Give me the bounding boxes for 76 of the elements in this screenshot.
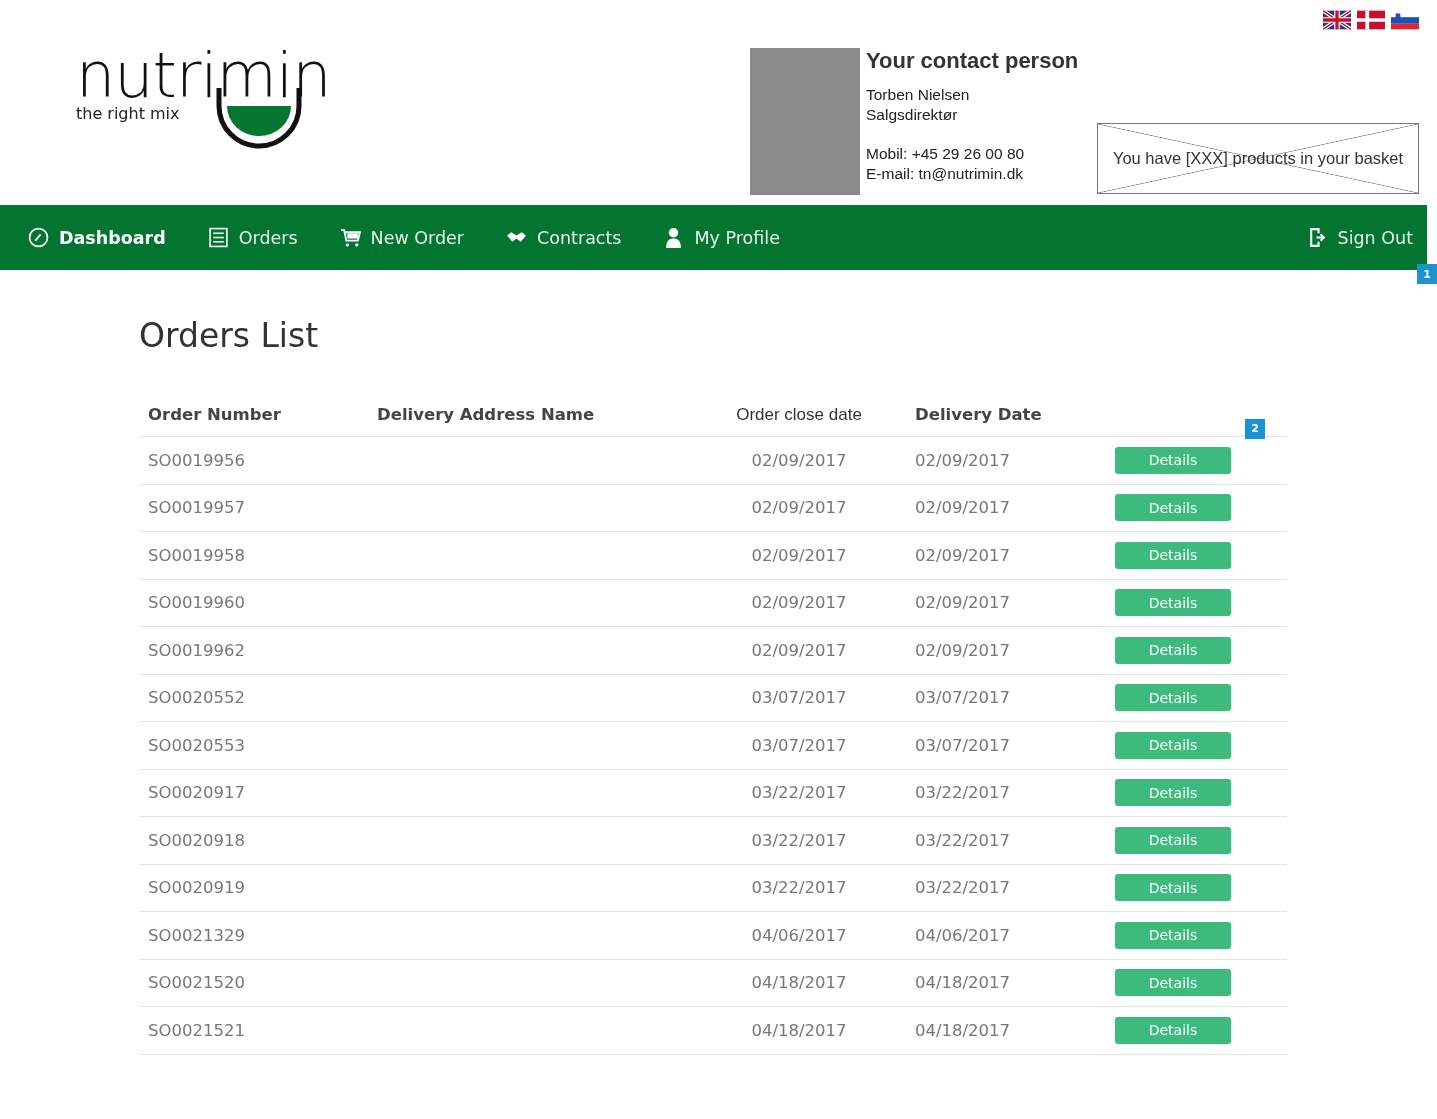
- cart-icon: [339, 227, 361, 248]
- delivery-date-cell-text: 03/22/2017: [915, 878, 1012, 898]
- contact-email: E-mail: tn@nutrimin.dk: [866, 164, 1024, 184]
- delivery-date-cell-text: 02/09/2017: [915, 545, 1012, 565]
- close-date-cell-text: 02/09/2017: [750, 545, 848, 565]
- nav-link[interactable]: Orders: [207, 227, 298, 248]
- page-title: Orders List: [139, 316, 320, 355]
- contact-name: Torben Nielsen: [866, 85, 971, 105]
- delivery-date-cell-text: 03/07/2017: [915, 735, 1012, 755]
- delivery-date-cell-text: 03/22/2017: [915, 830, 1012, 850]
- close-date-cell-text: 02/09/2017: [750, 498, 848, 518]
- delivery-date-cell-text: 04/06/2017: [915, 925, 1012, 945]
- details-button[interactable]: Details: [1115, 826, 1231, 854]
- annotation-marker: 2: [1245, 418, 1265, 439]
- nav-link[interactable]: My Profile: [663, 227, 780, 248]
- details-button[interactable]: Details: [1115, 541, 1231, 569]
- close-date-cell-text: 04/06/2017: [750, 925, 848, 945]
- details-button[interactable]: Details: [1115, 589, 1231, 617]
- nav-link[interactable]: Contracts: [506, 227, 622, 248]
- delivery-date-cell-text: 02/09/2017: [915, 593, 1012, 613]
- details-button[interactable]: Details: [1115, 731, 1231, 759]
- column-header: Order Number: [147, 405, 282, 424]
- list-icon: [207, 227, 229, 248]
- contact-title: Salgsdirektør: [866, 105, 959, 125]
- details-button[interactable]: Details: [1115, 1016, 1231, 1044]
- delivery-date-cell-text: 02/09/2017: [915, 450, 1012, 470]
- order-number-cell-text: SO0019962: [147, 640, 246, 660]
- order-number-cell-text: SO0019957: [147, 498, 246, 518]
- close-date-cell-text: 03/22/2017: [750, 830, 848, 850]
- close-date-cell-text: 03/22/2017: [750, 783, 848, 803]
- details-button[interactable]: Details: [1115, 921, 1231, 949]
- delivery-date-cell-text: 03/22/2017: [915, 783, 1012, 803]
- order-number-cell-text: SO0019956: [147, 450, 246, 470]
- close-date-cell-text: 03/07/2017: [750, 688, 848, 708]
- nav-link[interactable]: New Order: [339, 227, 465, 248]
- order-number-cell-text: SO0021329: [147, 925, 246, 945]
- details-button[interactable]: Details: [1115, 779, 1231, 807]
- close-date-cell-text: 03/07/2017: [750, 735, 848, 755]
- contact-heading: Your contact person: [866, 48, 1079, 74]
- details-button[interactable]: Details: [1115, 636, 1231, 664]
- close-date-cell-text: 02/09/2017: [750, 593, 848, 613]
- close-date-cell-text: 03/22/2017: [750, 878, 848, 898]
- flag-icon[interactable]: [1391, 10, 1419, 30]
- annotation-marker: 1: [1417, 264, 1437, 284]
- order-number-cell-text: SO0020918: [147, 830, 246, 850]
- contact-phone: Mobil: +45 29 26 00 80: [866, 144, 1026, 164]
- order-number-cell-text: SO0020917: [147, 783, 246, 803]
- basket-message: You have [XXX] products in your basket: [1112, 149, 1404, 168]
- close-date-cell-text: 02/09/2017: [750, 640, 848, 660]
- details-button[interactable]: Details: [1115, 494, 1231, 522]
- details-button[interactable]: Details: [1115, 446, 1231, 474]
- flag-icon[interactable]: [1323, 10, 1351, 30]
- column-header: Order close date: [735, 404, 863, 425]
- column-header: Delivery Address Name: [377, 405, 596, 424]
- close-date-cell-text: 04/18/2017: [750, 1020, 848, 1040]
- details-button[interactable]: Details: [1115, 874, 1231, 902]
- order-number-cell-text: SO0020919: [147, 878, 246, 898]
- details-button[interactable]: Details: [1115, 684, 1231, 712]
- gauge-icon: [28, 227, 49, 248]
- close-date-cell-text: 02/09/2017: [750, 450, 848, 470]
- order-number-cell-text: SO0020553: [147, 735, 246, 755]
- order-number-cell-text: SO0021521: [147, 1020, 246, 1040]
- order-number-cell-text: SO0021520: [147, 973, 246, 993]
- delivery-date-cell-text: 02/09/2017: [915, 640, 1012, 660]
- delivery-date-cell-text: 04/18/2017: [915, 973, 1012, 993]
- delivery-date-cell-text: 03/07/2017: [915, 688, 1012, 708]
- delivery-date-cell-text: 04/18/2017: [915, 1020, 1012, 1040]
- delivery-date-cell-text: 02/09/2017: [915, 498, 1012, 518]
- order-number-cell-text: SO0020552: [147, 688, 246, 708]
- order-number-cell-text: SO0019958: [147, 545, 246, 565]
- details-button[interactable]: Details: [1115, 969, 1231, 997]
- column-header: Delivery Date: [915, 405, 1043, 424]
- sign-out-link[interactable]: Sign Out: [1306, 227, 1413, 248]
- nav-link[interactable]: Dashboard: [28, 227, 166, 248]
- close-date-cell-text: 04/18/2017: [750, 973, 848, 993]
- order-number-cell-text: SO0019960: [147, 593, 246, 613]
